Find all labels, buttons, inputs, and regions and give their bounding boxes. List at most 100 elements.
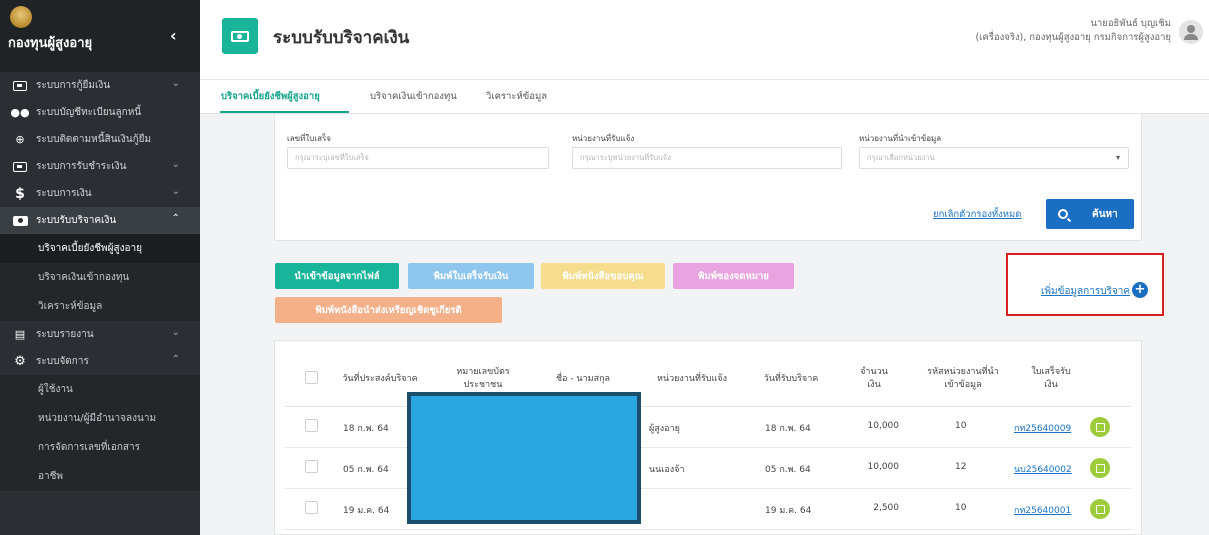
sidebar-item-loan[interactable]: ระบบการกู้ยืมเงิน ⌄	[0, 72, 200, 99]
receipt-link[interactable]: นบ25640002	[1014, 462, 1072, 476]
sidebar-subitem-analysis[interactable]: วิเคราะห์ข้อมูล	[0, 292, 200, 321]
money-icon	[12, 214, 28, 228]
sidebar-item-donation[interactable]: ระบบรับบริจาคเงิน ⌃	[0, 207, 200, 234]
cell-receive-date: 05 ก.พ. 64	[765, 465, 811, 475]
print-envelope-button[interactable]: พิมพ์ซองจดหมาย	[673, 263, 794, 289]
cell-import-code: 10	[955, 503, 967, 513]
cell-intent-date: 05 ก.พ. 64	[343, 465, 389, 475]
cell-amount: 10,000	[867, 462, 900, 472]
sidebar-item-label: ระบบการกู้ยืมเงิน	[36, 80, 111, 91]
col-receipt-line1: ใบเสร็จรับ	[1031, 367, 1071, 377]
page-title: ระบบรับบริจาคเงิน	[273, 28, 410, 48]
sidebar-item-label: ระบบรับบริจาคเงิน	[36, 215, 117, 226]
chevron-up-icon: ⌃	[171, 354, 180, 365]
edit-icon[interactable]	[1090, 458, 1110, 478]
import-agency-placeholder: กรุณาเลือกหน่วยงาน	[867, 153, 935, 162]
gears-icon: ⚙	[14, 354, 26, 369]
sidebar-item-admin[interactable]: ⚙ ระบบจัดการ ⌃	[0, 348, 200, 375]
brand-name: กองทุนผู้สูงอายุ	[8, 36, 93, 51]
col-receipt-line2: เงิน	[1044, 380, 1058, 390]
chevron-left-icon[interactable]: ‹	[170, 26, 177, 45]
row-checkbox[interactable]	[305, 460, 318, 473]
receipt-number-input[interactable]: กรุณาระบุเลขที่ใบเสร็จ	[287, 147, 549, 169]
print-receipt-button[interactable]: พิมพ์ใบเสร็จรับเงิน	[408, 263, 534, 289]
clear-filters-link[interactable]: ยกเลิกตัวกรองทั้งหมด	[933, 207, 1021, 222]
import-agency-label: หน่วยงานที่นำเข้าข้อมูล	[859, 134, 942, 143]
cell-agency: นนเองจ้า	[649, 465, 685, 475]
chevron-down-icon: ⌄	[171, 159, 180, 170]
col-id-number-line2: ประชาชน	[463, 380, 503, 390]
money-icon	[222, 18, 258, 54]
sidebar-subitem-occupation[interactable]: อาชีพ	[0, 462, 200, 491]
search-button[interactable]: ค้นหา	[1046, 199, 1134, 229]
page-header: ระบบรับบริจาคเงิน นายอธิพันธ์ บุญเชิม (เ…	[200, 0, 1209, 80]
redaction-block	[407, 392, 641, 524]
sidebar-item-label: ระบบรายงาน	[36, 329, 94, 340]
cell-amount: 10,000	[867, 421, 900, 431]
tab-analysis[interactable]: วิเคราะห์ข้อมูล	[486, 89, 547, 104]
active-tab-indicator	[220, 111, 349, 113]
sidebar-subitem-users[interactable]: ผู้ใช้งาน	[0, 375, 200, 404]
cell-import-code: 10	[955, 421, 967, 431]
search-button-label: ค้นหา	[1092, 208, 1118, 220]
chevron-up-icon: ⌃	[171, 213, 180, 224]
col-intent-date: วันที่ประสงค์บริจาค	[342, 374, 418, 384]
tab-elderly-allowance[interactable]: บริจาคเบี้ยยังชีพผู้สูงอายุ	[221, 89, 320, 104]
tab-fund-donation[interactable]: บริจาคเงินเข้ากองทุน	[370, 89, 457, 104]
sidebar-item-report[interactable]: ▤ ระบบรายงาน ⌄	[0, 321, 200, 348]
document-icon: ▤	[14, 328, 26, 341]
sidebar-item-debt-tracking[interactable]: ⊕ ระบบติดตามหนี้สินเงินกู้ยืม	[0, 126, 200, 153]
import-file-button[interactable]: นำเข้าข้อมูลจากไฟล์	[275, 263, 399, 289]
chevron-down-icon: ⌄	[171, 78, 180, 89]
user-info: นายอธิพันธ์ บุญเชิม (เครื่องจริง), กองทุ…	[975, 17, 1171, 45]
receipt-number-label: เลขที่ใบเสร็จ	[287, 134, 331, 143]
money-icon	[12, 160, 28, 174]
print-thanks-button[interactable]: พิมพ์หนังสือขอบคุณ	[541, 263, 665, 289]
col-import-code-line2: เข้าข้อมูล	[944, 380, 982, 390]
agency-input[interactable]: กรุณาระบุหน่วยงานที่รับแจ้ง	[572, 147, 842, 169]
plus-circle-icon[interactable]: +	[1132, 282, 1148, 298]
caret-down-icon: ▾	[1115, 153, 1120, 162]
receipt-link[interactable]: กท25640009	[1014, 421, 1071, 435]
cell-agency: ผู้สูงอายุ	[649, 424, 680, 434]
edit-icon[interactable]	[1090, 499, 1110, 519]
print-medal-letter-button[interactable]: พิมพ์หนังสือนำส่งเหรียญเชิดชูเกียรติ	[275, 297, 502, 323]
chevron-down-icon: ⌄	[171, 186, 180, 197]
agency-label: หน่วยงานที่รับแจ้ง	[572, 134, 635, 143]
col-amount-line1: จำนวน	[860, 367, 888, 377]
dollar-icon: $	[15, 185, 25, 202]
sidebar-item-label: ระบบจัดการ	[36, 356, 89, 367]
sidebar-item-label: ระบบการรับชำระเงิน	[36, 161, 127, 172]
cell-receive-date: 19 ม.ค. 64	[765, 506, 812, 516]
avatar[interactable]	[1179, 20, 1203, 44]
sidebar-item-label: ระบบติดตามหนี้สินเงินกู้ยืม	[36, 134, 152, 145]
receipt-link[interactable]: กท25640001	[1014, 503, 1071, 517]
add-donation-link[interactable]: เพิ่มข้อมูลการบริจาค	[1041, 284, 1130, 299]
sidebar-subitem-elderly-allowance[interactable]: บริจาคเบี้ยยังชีพผู้สูงอายุ	[0, 234, 200, 263]
brand-header: กองทุนผู้สูงอายุ ‹	[0, 0, 200, 72]
cell-intent-date: 18 ก.พ. 64	[343, 424, 389, 434]
row-checkbox[interactable]	[305, 501, 318, 514]
user-name: นายอธิพันธ์ บุญเชิม	[1090, 18, 1171, 29]
sidebar-item-finance[interactable]: $ ระบบการเงิน ⌄	[0, 180, 200, 207]
sidebar-item-payment[interactable]: ระบบการรับชำระเงิน ⌄	[0, 153, 200, 180]
sidebar-subitem-fund-donation[interactable]: บริจาคเงินเข้ากองทุน	[0, 263, 200, 292]
app-frame: กองทุนผู้สูงอายุ ‹ ระบบการกู้ยืมเงิน ⌄ ●…	[0, 0, 1209, 535]
sidebar-subitem-agency-signer[interactable]: หน่วยงาน/ผู้มีอำนาจลงนาม	[0, 404, 200, 433]
chevron-down-icon: ⌄	[171, 327, 180, 338]
sidebar-item-debtor-registry[interactable]: ●● ระบบบัญชีทะเบียนลูกหนี้	[0, 99, 200, 126]
col-import-code-line1: รหัสหน่วยงานที่นำ	[927, 367, 999, 377]
sidebar-nav: ระบบการกู้ยืมเงิน ⌄ ●● ระบบบัญชีทะเบียนล…	[0, 72, 200, 491]
cell-receive-date: 18 ก.พ. 64	[765, 424, 811, 434]
sidebar-subitem-doc-numbering[interactable]: การจัดการเลขที่เอกสาร	[0, 433, 200, 462]
import-agency-select[interactable]: กรุณาเลือกหน่วยงาน ▾	[859, 147, 1129, 169]
row-checkbox[interactable]	[305, 419, 318, 432]
select-all-checkbox[interactable]	[305, 371, 318, 384]
col-agency: หน่วยงานที่รับแจ้ง	[657, 374, 727, 384]
col-name: ชื่อ - นามสกุล	[555, 374, 611, 384]
edit-icon[interactable]	[1090, 417, 1110, 437]
crosshair-icon: ⊕	[15, 133, 25, 146]
logo-icon	[10, 6, 32, 28]
id-card-icon	[12, 79, 28, 93]
sidebar-item-label: ระบบบัญชีทะเบียนลูกหนี้	[36, 107, 142, 118]
